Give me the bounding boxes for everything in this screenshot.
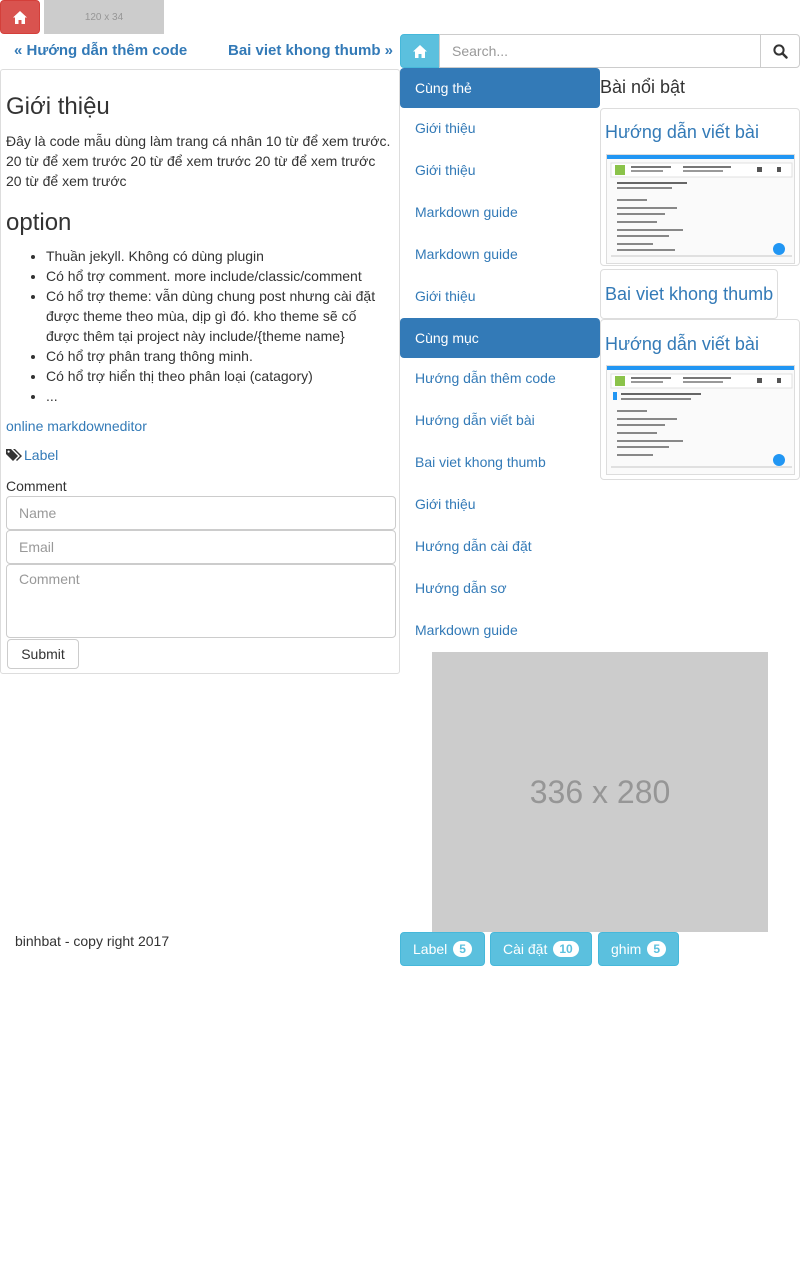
name-field[interactable] (6, 496, 396, 530)
list-item: Có hổ trợ hiển thị theo phân loại (catag… (46, 366, 391, 386)
pager-next-link[interactable]: Bai viet khong thumb » (228, 42, 393, 59)
nav-item[interactable]: Giới thiệu (400, 484, 600, 526)
featured-card[interactable]: Hướng dẫn viết bài (600, 108, 800, 266)
featured-card-title[interactable]: Hướng dẫn viết bài (601, 332, 799, 356)
label-button-text: Cài đặt (503, 941, 548, 957)
featured-title: Bài nổi bật (600, 77, 686, 97)
comment-field[interactable] (6, 564, 396, 638)
list-item: Có hổ trợ theme: vẫn dùng chung post như… (46, 286, 391, 346)
tag-label-link[interactable]: Label (24, 447, 58, 463)
label-button[interactable]: ghim 5 (598, 932, 680, 966)
nav-item[interactable]: Giới thiệu (400, 108, 600, 150)
home-icon (12, 10, 28, 25)
nav-item[interactable]: Markdown guide (400, 610, 600, 652)
featured-card-title[interactable]: Bai viet khong thumb (601, 282, 777, 306)
footer-copyright: binhbat - copy right 2017 (15, 933, 170, 949)
search-button[interactable] (760, 34, 800, 68)
label-button-text: Label (413, 941, 448, 957)
nav-item[interactable]: Hướng dẫn cài đặt (400, 526, 600, 568)
featured-card-thumbnail[interactable] (606, 154, 795, 264)
list-item: Có hổ trợ phân trang thông minh. (46, 346, 391, 366)
label-button[interactable]: Cài đặt 10 (490, 932, 592, 966)
related-nav: Cùng thẻ Giới thiệu Giới thiệu Markdown … (400, 68, 600, 652)
search-input[interactable] (439, 34, 761, 68)
nav-header-same-category: Cùng mục (400, 318, 600, 358)
featured-card-thumbnail[interactable] (606, 365, 795, 475)
post-intro: Đây là code mẫu dùng làm trang cá nhân 1… (6, 133, 391, 189)
home-button[interactable] (0, 0, 40, 34)
post-panel: Giới thiệu Đây là code mẫu dùng làm tran… (0, 69, 400, 674)
nav-item[interactable]: Markdown guide (400, 192, 600, 234)
post-section-title: option (6, 209, 72, 236)
submit-button[interactable]: Submit (7, 639, 79, 669)
label-button[interactable]: Label 5 (400, 932, 485, 966)
list-item: ... (46, 386, 391, 406)
label-button-text: ghim (611, 941, 642, 957)
nav-item[interactable]: Giới thiệu (400, 276, 600, 318)
label-count-badge: 5 (647, 941, 667, 957)
nav-item[interactable]: Giới thiệu (400, 150, 600, 192)
comment-heading: Comment (6, 478, 67, 494)
home-icon (412, 44, 428, 59)
tags-icon (6, 448, 24, 462)
nav-item[interactable]: Markdown guide (400, 234, 600, 276)
search-icon (772, 43, 788, 59)
nav-item[interactable]: Hướng dẫn viết bài (400, 400, 600, 442)
list-item: Thuần jekyll. Không có dùng plugin (46, 246, 391, 266)
ad-banner-small: 120 x 34 (44, 0, 164, 34)
markdown-editor-link[interactable]: online markdowneditor (6, 418, 147, 434)
email-field[interactable] (6, 530, 396, 564)
ad-banner-large: 336 x 280 (432, 652, 768, 932)
feature-list: Thuần jekyll. Không có dùng plugin Có hổ… (6, 246, 391, 406)
nav-item[interactable]: Bai viet khong thumb (400, 442, 600, 484)
list-item: Có hổ trợ comment. more include/classic/… (46, 266, 391, 286)
featured-card[interactable]: Hướng dẫn viết bài (600, 319, 800, 480)
label-count-badge: 10 (553, 941, 579, 957)
label-count-badge: 5 (453, 941, 472, 957)
nav-item[interactable]: Hướng dẫn thêm code (400, 358, 600, 400)
nav-header-same-tag: Cùng thẻ (400, 68, 600, 108)
nav-item[interactable]: Hướng dẫn sơ (400, 568, 600, 610)
search-home-button[interactable] (400, 34, 440, 68)
pager-prev-link[interactable]: « Hướng dẫn thêm code (14, 42, 187, 59)
post-title: Giới thiệu (6, 93, 110, 120)
post-tags: Label (6, 447, 58, 463)
featured-card-title[interactable]: Hướng dẫn viết bài (601, 120, 799, 144)
featured-card[interactable]: Bai viet khong thumb (600, 269, 778, 319)
